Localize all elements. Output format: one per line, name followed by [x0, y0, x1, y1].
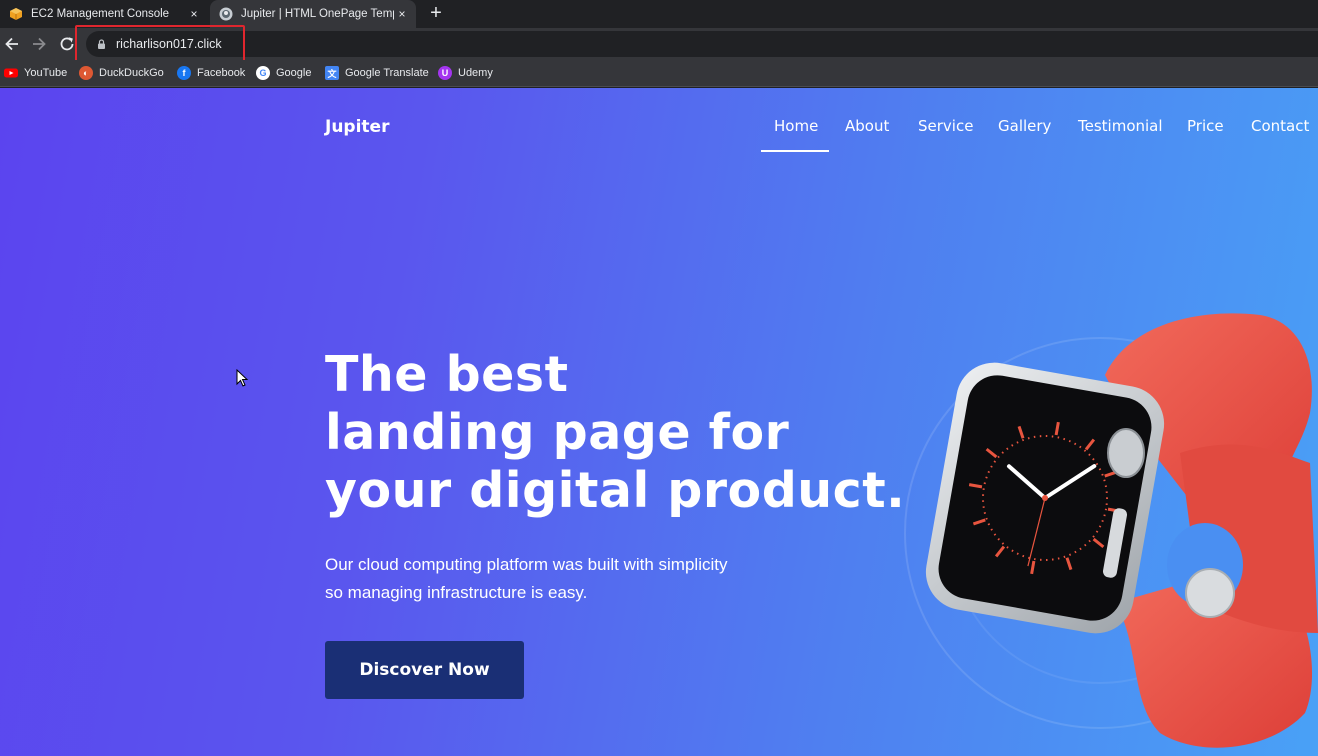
tab-ec2-management-console[interactable]: EC2 Management Console ×	[0, 0, 208, 28]
facebook-icon: f	[177, 66, 191, 80]
nav-price[interactable]: Price	[1187, 117, 1224, 135]
nav-service[interactable]: Service	[918, 117, 973, 135]
bookmark-youtube[interactable]: YouTube	[4, 65, 67, 81]
back-icon[interactable]	[2, 34, 22, 54]
nav-home[interactable]: Home	[774, 117, 818, 135]
youtube-icon	[4, 68, 18, 78]
hero-title-line: landing page for	[325, 404, 790, 461]
hero-subtitle-line: so managing infrastructure is easy.	[325, 583, 588, 602]
aws-favicon	[10, 8, 22, 20]
google-icon: G	[256, 66, 270, 80]
mouse-cursor-icon	[236, 369, 249, 387]
bookmark-google-translate[interactable]: 文 Google Translate	[325, 65, 429, 81]
forward-icon[interactable]	[29, 34, 49, 54]
close-tab-icon[interactable]: ×	[186, 7, 202, 21]
hero-subtitle-line: Our cloud computing platform was built w…	[325, 555, 728, 574]
google-translate-icon: 文	[325, 66, 339, 80]
nav-testimonial[interactable]: Testimonial	[1078, 117, 1163, 135]
bookmark-label: DuckDuckGo	[99, 67, 164, 79]
jupiter-favicon	[219, 7, 233, 21]
tab-title: EC2 Management Console	[31, 8, 170, 20]
bookmark-facebook[interactable]: f Facebook	[177, 65, 245, 81]
nav-gallery[interactable]: Gallery	[998, 117, 1051, 135]
nav-contact[interactable]: Contact	[1251, 117, 1309, 135]
tab-jupiter[interactable]: Jupiter | HTML OnePage Template ×	[210, 0, 416, 28]
bookmark-label: Udemy	[458, 67, 493, 79]
hero-title-line: your digital product.	[325, 462, 906, 519]
bookmark-duckduckgo[interactable]: ◐ DuckDuckGo	[79, 65, 164, 81]
active-nav-indicator	[761, 150, 829, 152]
browser-tab-strip: EC2 Management Console × Jupiter | HTML …	[0, 0, 1318, 28]
bookmark-google[interactable]: G Google	[256, 65, 311, 81]
landing-page: Jupiter Home About Service Gallery Testi…	[0, 88, 1318, 756]
address-bar[interactable]: richarlison017.click	[86, 31, 1318, 57]
close-tab-icon[interactable]: ×	[394, 7, 410, 21]
url-highlight-annotation	[75, 25, 245, 63]
new-tab-button[interactable]: +	[424, 2, 448, 26]
hero-title-line: The best	[325, 346, 569, 403]
tab-title: Jupiter | HTML OnePage Template	[241, 8, 394, 20]
nav-about[interactable]: About	[845, 117, 889, 135]
discover-now-button[interactable]: Discover Now	[325, 641, 524, 699]
bookmark-udemy[interactable]: U Udemy	[438, 65, 493, 81]
site-logo[interactable]: Jupiter	[325, 117, 389, 137]
bookmark-label: YouTube	[24, 67, 68, 79]
hero-subtitle: Our cloud computing platform was built w…	[325, 551, 795, 607]
reload-icon[interactable]	[57, 34, 77, 54]
bookmarks-bar: YouTube ◐ DuckDuckGo f Facebook G Google…	[0, 60, 1318, 87]
udemy-icon: U	[438, 66, 452, 80]
smartwatch-image	[904, 313, 1318, 748]
bookmark-label: Google Translate	[345, 67, 429, 79]
bookmark-label: Google	[276, 67, 312, 79]
hero-title: The best landing page for your digital p…	[325, 346, 905, 520]
duckduckgo-icon: ◐	[79, 66, 93, 80]
bookmark-label: Facebook	[197, 67, 246, 79]
